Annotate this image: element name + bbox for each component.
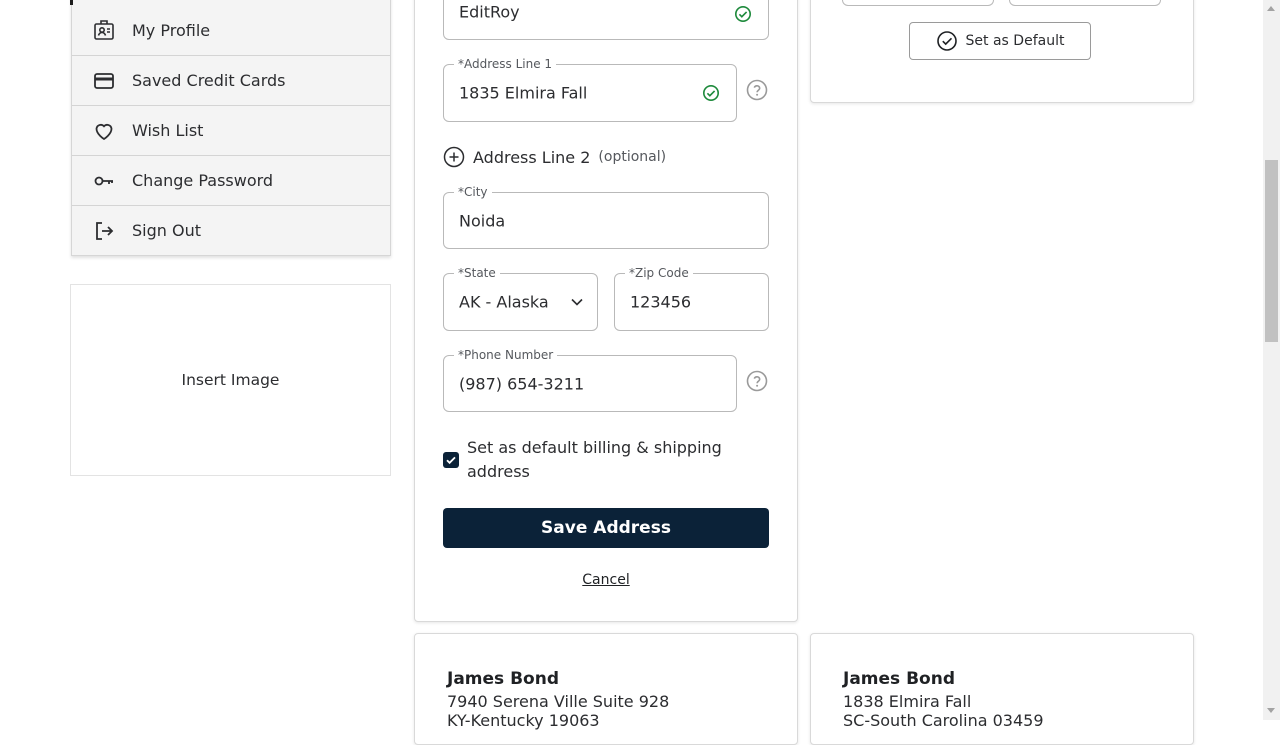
phone-number-label: *Phone Number <box>454 348 558 362</box>
cancel-link[interactable]: Cancel <box>443 572 769 588</box>
valid-check-icon <box>734 5 752 23</box>
optional-hint: (optional) <box>598 149 667 165</box>
phone-number-field[interactable]: *Phone Number (987) 654-3211 <box>443 348 737 412</box>
default-address-checkbox[interactable] <box>443 452 459 468</box>
key-icon <box>92 167 120 195</box>
phone-number-value: (987) 654-3211 <box>459 374 585 393</box>
address-card: James Bond 7940 Serena Ville Suite 928 K… <box>414 633 798 745</box>
address-line1-field[interactable]: *Address Line 1 1835 Elmira Fall <box>443 57 737 122</box>
profile-badge-icon <box>92 16 120 44</box>
scroll-up-arrow-icon[interactable] <box>1267 6 1275 11</box>
sidebar-item-wish-list[interactable]: Wish List <box>72 105 390 155</box>
name-field-value: EditRoy <box>459 2 520 22</box>
sidebar-item-label: My Profile <box>132 20 211 40</box>
insert-image-placeholder[interactable]: Insert Image <box>70 284 391 476</box>
chevron-down-icon <box>571 298 583 306</box>
address-card-line1: 1838 Elmira Fall <box>843 692 972 711</box>
active-item-indicator <box>70 0 73 5</box>
sidebar-item-saved-credit-cards[interactable]: Saved Credit Cards <box>72 55 390 105</box>
sidebar-item-my-profile[interactable]: My Profile <box>72 5 390 55</box>
help-icon[interactable] <box>746 79 768 101</box>
sidebar-item-label: Change Password <box>132 171 274 190</box>
zip-code-field[interactable]: *Zip Code 123456 <box>614 266 769 331</box>
address-card-line1: 7940 Serena Ville Suite 928 <box>447 692 670 711</box>
plus-circle-icon <box>443 146 465 168</box>
default-address-checkbox-row[interactable]: Set as default billing & shipping addres… <box>443 436 769 484</box>
check-circle-icon <box>936 31 957 51</box>
scroll-down-arrow-icon[interactable] <box>1267 708 1275 713</box>
page-scrollbar[interactable] <box>1263 0 1280 720</box>
heart-icon <box>92 117 120 145</box>
state-value: AK - Alaska <box>459 292 549 312</box>
insert-image-label: Insert Image <box>181 371 280 389</box>
valid-check-icon <box>702 84 720 102</box>
sidebar-item-change-password[interactable]: Change Password <box>72 155 390 205</box>
default-address-checkbox-label: Set as default billing & shipping addres… <box>467 438 722 481</box>
help-icon[interactable] <box>746 370 768 392</box>
sidebar-item-sign-out[interactable]: Sign Out <box>72 205 390 255</box>
address-card-line2: KY-Kentucky 19063 <box>447 711 600 730</box>
address-line2-label: Address Line 2 <box>473 147 591 167</box>
state-label: *State <box>454 266 500 280</box>
set-as-default-label: Set as Default <box>965 33 1065 49</box>
scrollbar-thumb[interactable] <box>1265 160 1278 342</box>
city-value: Noida <box>459 211 506 230</box>
address-card: James Bond 1838 Elmira Fall SC-South Car… <box>810 633 1194 745</box>
cancel-link-label: Cancel <box>582 572 630 588</box>
sidebar-item-label: Sign Out <box>132 221 201 240</box>
sign-out-icon <box>92 217 120 245</box>
sidebar-item-label: Saved Credit Cards <box>132 71 286 90</box>
set-as-default-button[interactable]: Set as Default <box>909 22 1091 60</box>
zip-code-value: 123456 <box>630 292 692 312</box>
checkmark-icon <box>446 456 456 465</box>
address-field-fragment <box>842 0 994 6</box>
add-address-line2-button[interactable]: Address Line 2 (optional) <box>443 146 666 168</box>
account-sidebar-menu: My Profile Saved Credit Cards Wish List … <box>70 0 391 256</box>
address-card-name: James Bond <box>843 669 955 689</box>
state-select[interactable]: *State AK - Alaska <box>443 266 598 331</box>
credit-card-icon <box>92 67 120 95</box>
address-card-line2: SC-South Carolina 03459 <box>843 711 1044 730</box>
address-card-name: James Bond <box>447 669 559 689</box>
city-field[interactable]: *City Noida <box>443 185 769 249</box>
save-address-button[interactable]: Save Address <box>443 508 769 548</box>
address-field-fragment <box>1009 0 1161 6</box>
zip-code-label: *Zip Code <box>625 266 693 280</box>
name-field[interactable]: EditRoy <box>443 0 769 40</box>
address-line1-label: *Address Line 1 <box>454 57 557 71</box>
city-label: *City <box>454 185 492 199</box>
sidebar-item-label: Wish List <box>132 121 204 140</box>
address-line1-value: 1835 Elmira Fall <box>459 83 588 103</box>
